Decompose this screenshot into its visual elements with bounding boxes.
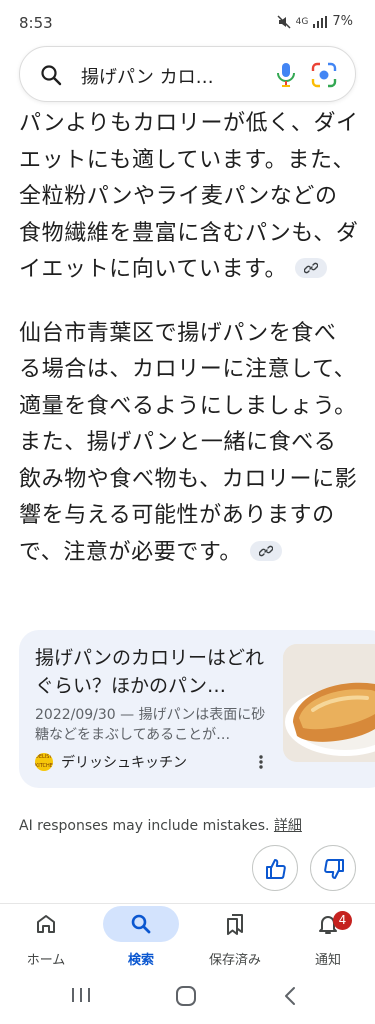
- ai-answer: パンよりもカロリーが低く、ダイエットにも適しています。また、全粒粉パンやライ麦パ…: [19, 106, 359, 571]
- source-card-title[interactable]: 揚げパンのカロリーはどれぐらい？ほかのパン…: [35, 644, 271, 700]
- back-icon[interactable]: [282, 984, 298, 1012]
- source-card-snippet: 2022/09/30 — 揚げパンは表面に砂糖などをまぶしてあることが…: [35, 707, 266, 743]
- network-type: 4G: [295, 16, 309, 27]
- bottom-navigation: ホーム 検索 保存済み 4 通知: [0, 903, 375, 975]
- status-time: 8:53: [19, 14, 53, 32]
- thumbs-up-icon: [266, 859, 286, 879]
- thumbs-down-icon: [324, 859, 344, 879]
- nav-search-label: 検索: [127, 953, 154, 968]
- bookmarks-icon: [227, 914, 243, 935]
- active-pill: [103, 906, 179, 942]
- nav-home-label: ホーム: [26, 953, 66, 968]
- thumbs-up-button[interactable]: [252, 845, 298, 891]
- answer-text: 仙台市青葉区で揚げパンを食べる場合は、カロリーに注意して、適量を食べるようにしま…: [19, 320, 358, 565]
- home-button-icon[interactable]: [175, 985, 197, 1011]
- home-icon: [37, 915, 55, 933]
- search-icon[interactable]: [39, 63, 63, 91]
- source-thumbnail[interactable]: [283, 644, 375, 762]
- nav-saved-label: 保存済み: [208, 953, 261, 968]
- nav-notifications[interactable]: 4 通知: [288, 906, 368, 968]
- source-logo: DELISH KITCHEN: [35, 753, 53, 771]
- link-icon: [258, 545, 273, 556]
- source-link-chip[interactable]: [295, 258, 328, 278]
- nav-notifications-label: 通知: [314, 953, 341, 968]
- mic-icon[interactable]: [274, 61, 298, 93]
- disclaimer-text: AI responses may include mistakes.: [19, 818, 270, 834]
- source-name: デリッシュキッチン: [61, 755, 187, 771]
- disclaimer-details-link[interactable]: 詳細: [274, 818, 302, 834]
- status-bar: 8:53 4G 7%: [0, 0, 375, 46]
- source-link-chip[interactable]: [249, 540, 282, 561]
- link-icon: [304, 262, 319, 274]
- system-navigation-bar: [0, 975, 375, 1024]
- lens-icon[interactable]: [310, 61, 338, 93]
- more-options-icon[interactable]: [257, 753, 265, 775]
- search-icon: [131, 914, 151, 934]
- recent-apps-icon[interactable]: [70, 985, 92, 1009]
- notification-badge: 4: [333, 911, 352, 930]
- ai-disclaimer: AI responses may include mistakes. 詳細: [19, 815, 302, 835]
- thumbs-down-button[interactable]: [310, 845, 356, 891]
- nav-search[interactable]: 検索: [101, 906, 181, 968]
- mute-icon: [277, 14, 291, 29]
- nav-home[interactable]: ホーム: [6, 906, 86, 968]
- answer-paragraph: 仙台市青葉区で揚げパンを食べる場合は、カロリーに注意して、適量を食べるようにしま…: [19, 316, 359, 572]
- search-bar[interactable]: 揚げパン カロ…: [19, 46, 356, 102]
- search-query[interactable]: 揚げパン カロ…: [81, 63, 214, 89]
- source-site[interactable]: DELISH KITCHEN デリッシュキッチン: [35, 752, 187, 772]
- signal-icon: [313, 15, 328, 28]
- status-icons: 4G 7%: [277, 14, 353, 29]
- fried-bread-image: [283, 644, 375, 762]
- answer-paragraph: パンよりもカロリーが低く、ダイエットにも適しています。また、全粒粉パンやライ麦パ…: [19, 106, 359, 289]
- source-card[interactable]: 揚げパンのカロリーはどれぐらい？ほかのパン… 2022/09/30 — 揚げパン…: [19, 630, 375, 788]
- nav-saved[interactable]: 保存済み: [195, 906, 275, 968]
- answer-text: パンよりもカロリーが低く、ダイエットにも適しています。また、全粒粉パンやライ麦パ…: [19, 111, 359, 282]
- battery-level: 7%: [332, 14, 353, 29]
